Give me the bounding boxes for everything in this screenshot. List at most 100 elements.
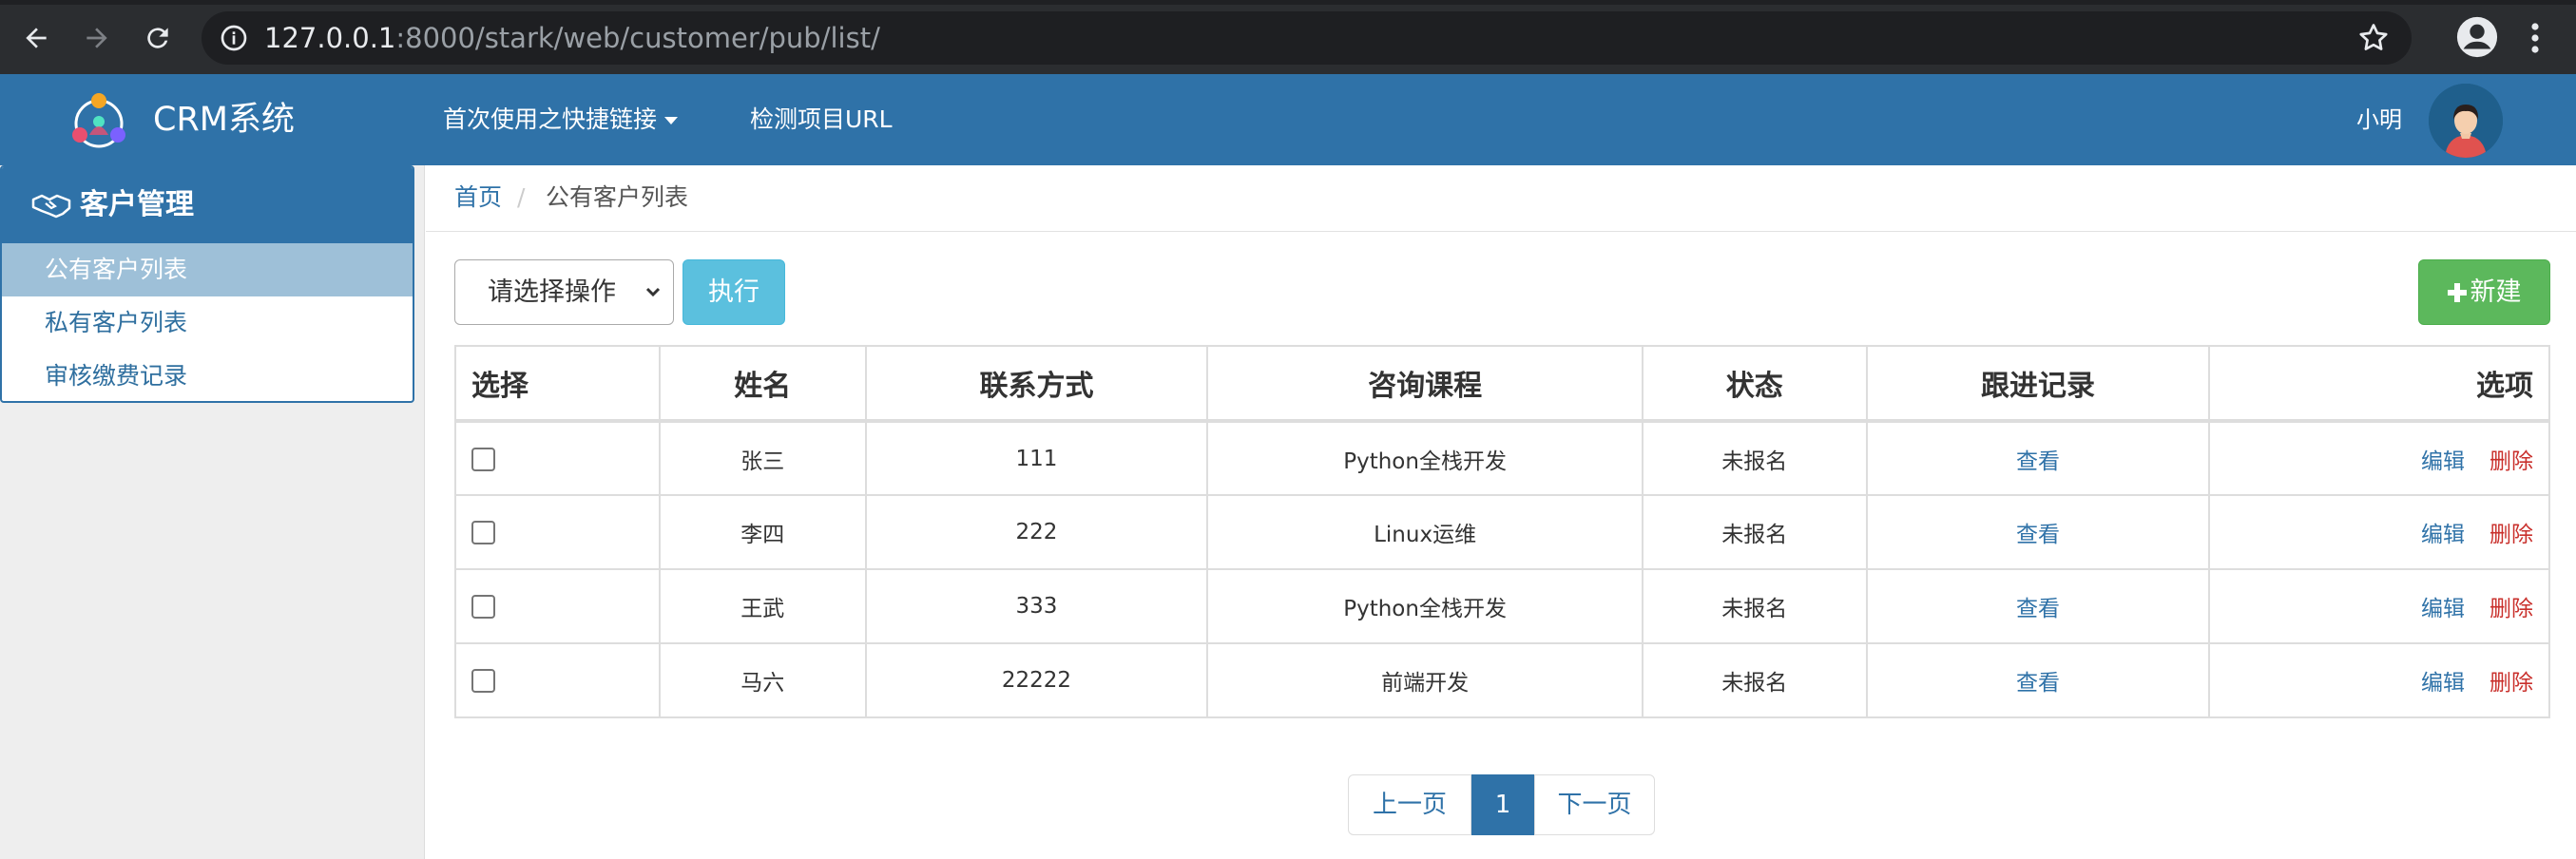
- next-page-button[interactable]: 下一页: [1534, 774, 1655, 835]
- cell-options: 编辑 删除: [2208, 494, 2550, 570]
- new-customer-button[interactable]: 新建: [2418, 259, 2550, 325]
- edit-link[interactable]: 编辑: [2421, 449, 2465, 474]
- chevron-down-icon: [645, 287, 661, 297]
- browser-menu-icon[interactable]: [2524, 19, 2547, 57]
- cell-contact: 22222: [864, 642, 1209, 718]
- row-select-cell: [454, 642, 661, 718]
- prev-page-button[interactable]: 上一页: [1348, 774, 1471, 835]
- nav-quick-links-label: 首次使用之快捷链接: [443, 105, 658, 133]
- table-row: 张三 111 Python全栈开发 未报名 查看 编辑 删除: [454, 420, 2550, 496]
- avatar[interactable]: [2429, 84, 2503, 158]
- header-course: 咨询课程: [1206, 345, 1644, 423]
- row-select-cell: [454, 494, 661, 570]
- menu-title[interactable]: 客户管理: [2, 167, 413, 243]
- cell-name: 马六: [658, 642, 867, 718]
- bookmark-star-icon[interactable]: [2356, 21, 2391, 55]
- cell-name: 张三: [658, 420, 867, 496]
- cell-options: 编辑 删除: [2208, 642, 2550, 718]
- caret-down-icon: [664, 117, 679, 124]
- nav-quick-links-dropdown[interactable]: 首次使用之快捷链接: [443, 103, 679, 137]
- execute-button[interactable]: 执行: [682, 259, 785, 325]
- row-checkbox[interactable]: [471, 447, 495, 471]
- handshake-icon: [31, 194, 71, 219]
- delete-link[interactable]: 删除: [2489, 597, 2533, 621]
- profile-icon[interactable]: [2455, 15, 2499, 59]
- reload-icon[interactable]: [139, 19, 177, 57]
- edit-link[interactable]: 编辑: [2421, 597, 2465, 621]
- cell-course: Python全栈开发: [1206, 568, 1644, 644]
- header-status: 状态: [1641, 345, 1868, 423]
- back-icon[interactable]: [17, 19, 55, 57]
- cell-followup: 查看: [1865, 568, 2211, 644]
- header-name: 姓名: [658, 345, 867, 423]
- delete-link[interactable]: 删除: [2489, 671, 2533, 696]
- url-path: :8000/stark/web/customer/pub/list/: [395, 22, 880, 54]
- sidebar-item-public-customers[interactable]: 公有客户列表: [2, 243, 413, 296]
- address-bar[interactable]: 127.0.0.1:8000/stark/web/customer/pub/li…: [202, 11, 2412, 65]
- pagination: 上一页 1 下一页: [1348, 774, 1655, 835]
- sidebar-item-payment-review[interactable]: 审核缴费记录: [2, 350, 413, 401]
- customer-menu-panel: 客户管理 公有客户列表 私有客户列表 审核缴费记录: [0, 165, 414, 403]
- site-info-icon[interactable]: [219, 23, 249, 53]
- delete-link[interactable]: 删除: [2489, 449, 2533, 474]
- sidebar-item-private-customers[interactable]: 私有客户列表: [2, 296, 413, 350]
- cell-name: 李四: [658, 494, 867, 570]
- breadcrumb: 首页 / 公有客户列表: [426, 165, 2576, 232]
- row-checkbox[interactable]: [471, 595, 495, 619]
- new-button-label: 新建: [2470, 277, 2522, 307]
- view-followup-link[interactable]: 查看: [2016, 671, 2060, 696]
- edit-link[interactable]: 编辑: [2421, 523, 2465, 547]
- header-options: 选项: [2208, 345, 2550, 423]
- cell-course: 前端开发: [1206, 642, 1644, 718]
- menu-title-label: 客户管理: [80, 188, 194, 221]
- crm-logo-icon: [68, 91, 129, 150]
- cell-status: 未报名: [1641, 642, 1868, 718]
- forward-icon[interactable]: [78, 19, 116, 57]
- row-checkbox[interactable]: [471, 521, 495, 544]
- cell-status: 未报名: [1641, 568, 1868, 644]
- tab-strip-edge: [0, 0, 2576, 5]
- breadcrumb-current: 公有客户列表: [546, 183, 689, 211]
- row-select-cell: [454, 568, 661, 644]
- url-text: 127.0.0.1:8000/stark/web/customer/pub/li…: [264, 23, 880, 53]
- cell-name: 王武: [658, 568, 867, 644]
- cell-followup: 查看: [1865, 642, 2211, 718]
- table-header-row: 选择 姓名 联系方式 咨询课程 状态 跟进记录 选项: [454, 345, 2550, 423]
- cell-options: 编辑 删除: [2208, 420, 2550, 496]
- nav-check-project-url[interactable]: 检测项目URL: [750, 103, 893, 137]
- row-checkbox[interactable]: [471, 669, 495, 693]
- row-select-cell: [454, 420, 661, 496]
- table-row: 王武 333 Python全栈开发 未报名 查看 编辑 删除: [454, 568, 2550, 644]
- cell-contact: 111: [864, 420, 1209, 496]
- cell-course: Linux运维: [1206, 494, 1644, 570]
- customer-table: 选择 姓名 联系方式 咨询课程 状态 跟进记录 选项 张三 111 Python…: [454, 345, 2550, 718]
- bulk-action-select[interactable]: 请选择操作: [454, 259, 674, 325]
- cell-followup: 查看: [1865, 420, 2211, 496]
- cell-status: 未报名: [1641, 420, 1868, 496]
- edit-link[interactable]: 编辑: [2421, 671, 2465, 696]
- view-followup-link[interactable]: 查看: [2016, 523, 2060, 547]
- cell-status: 未报名: [1641, 494, 1868, 570]
- cell-options: 编辑 删除: [2208, 568, 2550, 644]
- browser-chrome: 127.0.0.1:8000/stark/web/customer/pub/li…: [0, 0, 2576, 74]
- cell-contact: 333: [864, 568, 1209, 644]
- view-followup-link[interactable]: 查看: [2016, 597, 2060, 621]
- table-row: 李四 222 Linux运维 未报名 查看 编辑 删除: [454, 494, 2550, 570]
- delete-link[interactable]: 删除: [2489, 523, 2533, 547]
- app-navbar: CRM系统 首次使用之快捷链接 检测项目URL 小明: [0, 74, 2576, 165]
- cell-course: Python全栈开发: [1206, 420, 1644, 496]
- username[interactable]: 小明: [2356, 103, 2402, 137]
- url-host: 127.0.0.1: [264, 22, 396, 54]
- view-followup-link[interactable]: 查看: [2016, 449, 2060, 474]
- current-page-button[interactable]: 1: [1471, 774, 1534, 835]
- cell-contact: 222: [864, 494, 1209, 570]
- breadcrumb-home-link[interactable]: 首页: [454, 181, 502, 215]
- header-followup: 跟进记录: [1865, 345, 2211, 423]
- plus-icon: [2447, 283, 2467, 302]
- table-row: 马六 22222 前端开发 未报名 查看 编辑 删除: [454, 642, 2550, 718]
- breadcrumb-separator: /: [517, 183, 526, 211]
- header-select: 选择: [454, 345, 661, 423]
- cell-followup: 查看: [1865, 494, 2211, 570]
- bulk-action-value: 请选择操作: [488, 277, 616, 307]
- brand-name[interactable]: CRM系统: [153, 97, 295, 143]
